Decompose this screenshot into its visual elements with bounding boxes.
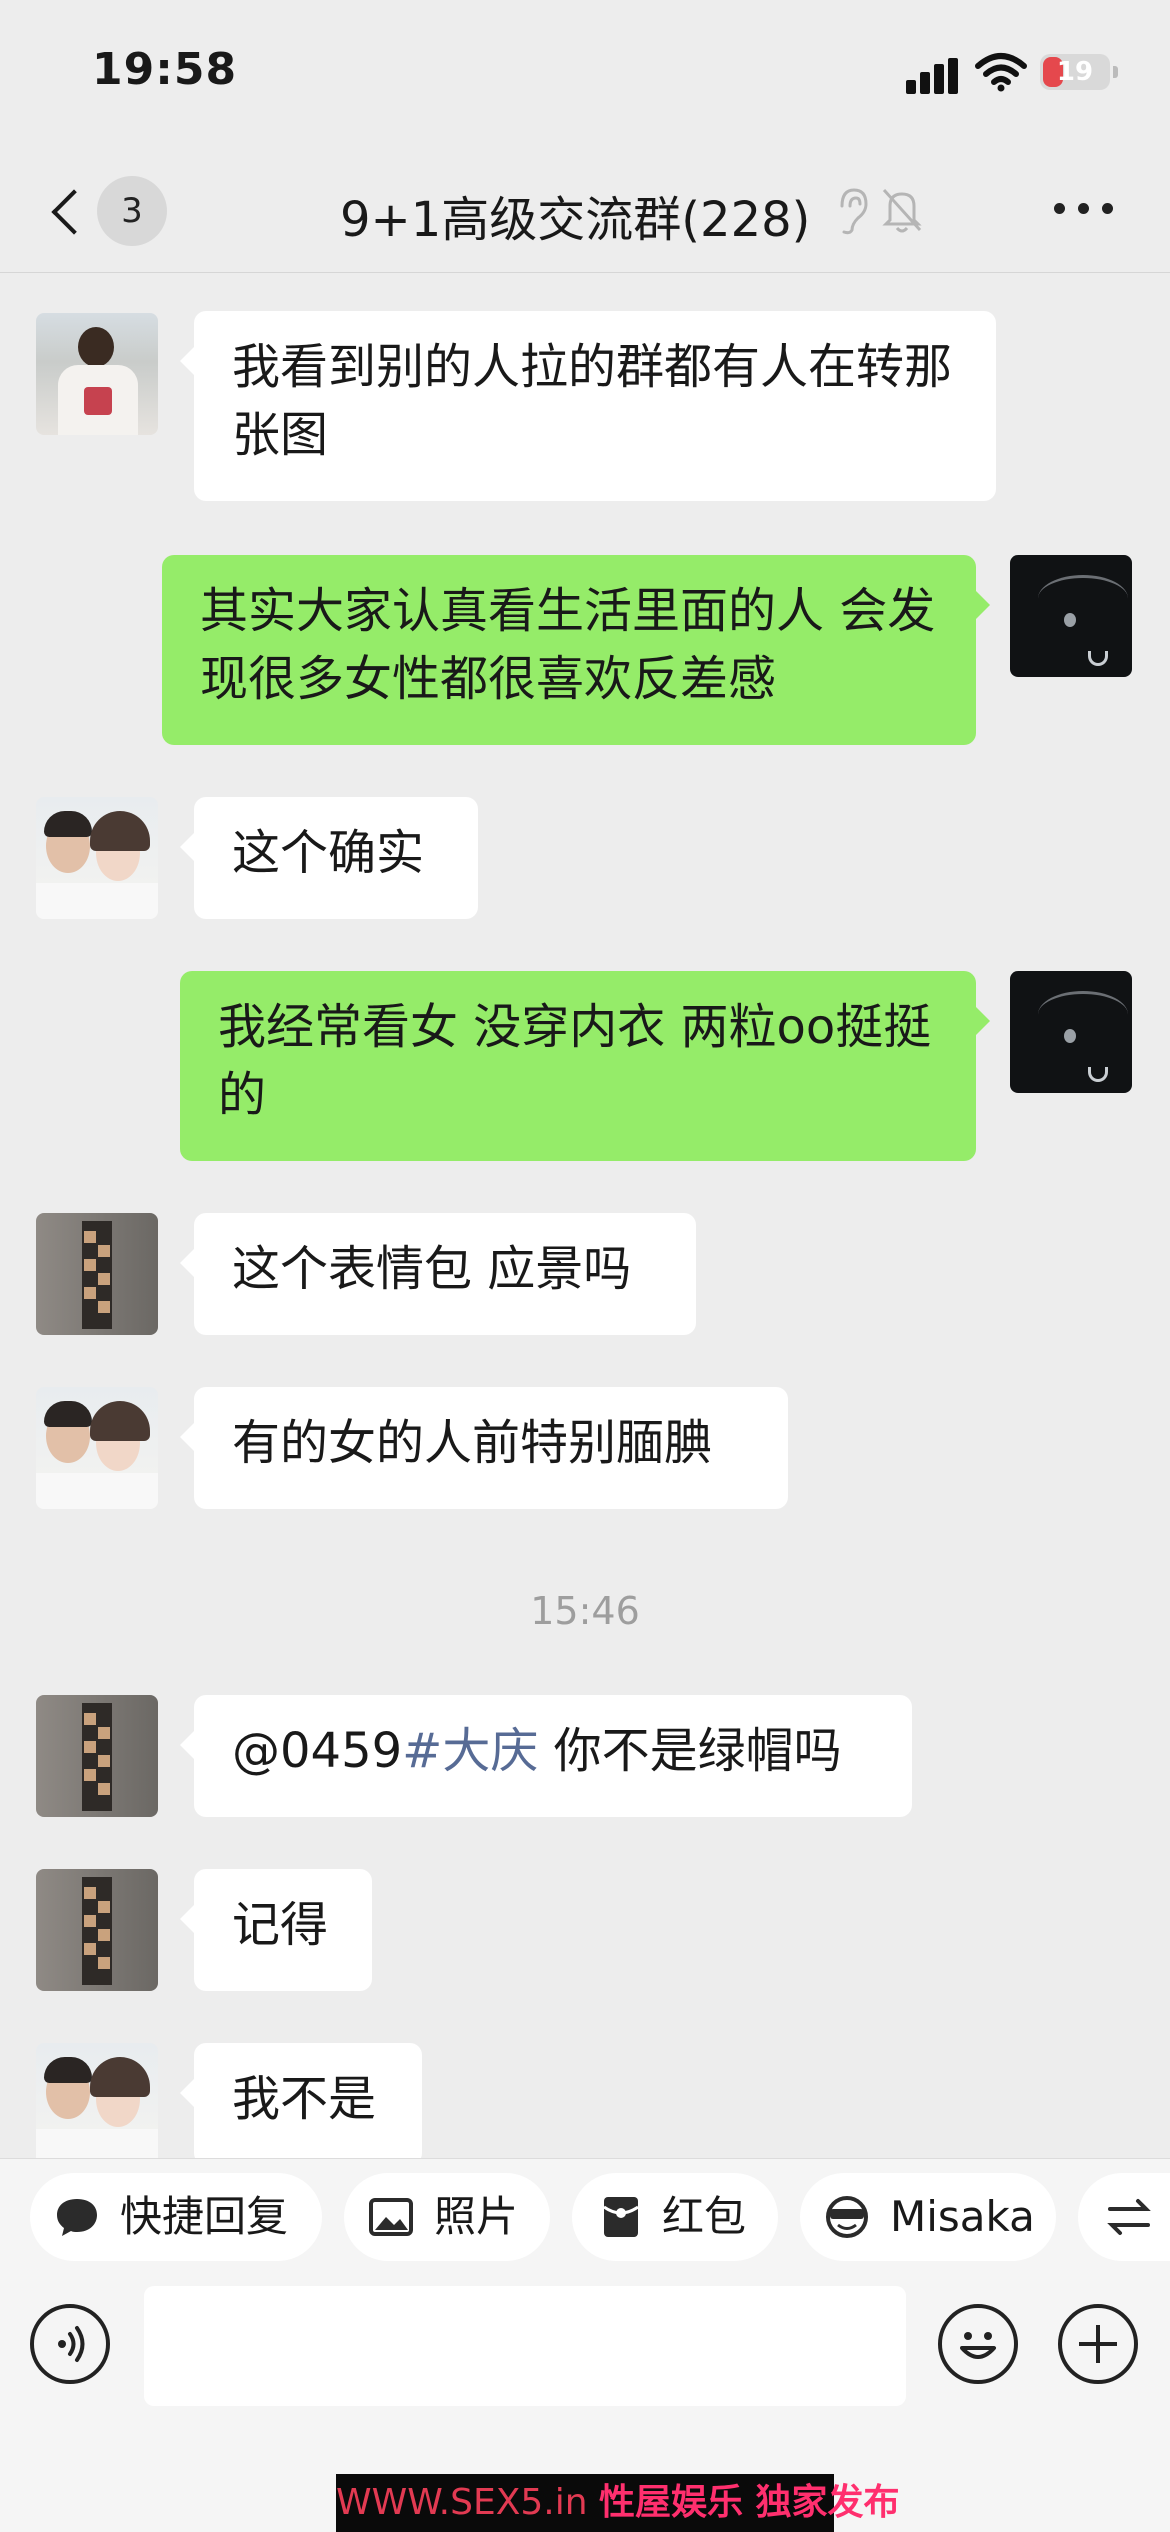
watermark-banner: WWW.SEX5.in 性屋娱乐 独家发布 bbox=[336, 2474, 900, 2532]
wifi-icon bbox=[975, 53, 1027, 92]
input-bar bbox=[0, 2274, 1170, 2422]
unread-count-badge[interactable]: 3 bbox=[97, 176, 167, 246]
red-packet-label: 红包 bbox=[662, 2192, 747, 2241]
avatar[interactable] bbox=[36, 1213, 158, 1335]
battery-icon: 19 bbox=[1040, 54, 1118, 90]
message-bubble[interactable]: @0459#大庆 你不是绿帽吗 bbox=[180, 1695, 912, 1817]
switch-button[interactable] bbox=[1078, 2173, 1170, 2261]
quick-action-bar: 快捷回复 照片 红包 Misaka bbox=[0, 2158, 1170, 2275]
red-packet-icon bbox=[603, 2197, 639, 2237]
quick-reply-button[interactable]: 快捷回复 bbox=[30, 2173, 322, 2261]
message-list[interactable]: 我看到别的人拉的群都有人在转那张图 其实大家认真看生活里面的人 会发现很多女性都… bbox=[0, 273, 1170, 2158]
misaka-button[interactable]: Misaka bbox=[800, 2173, 1056, 2261]
message-text: 其实大家认真看生活里面的人 会发现很多女性都很喜欢反差感 bbox=[200, 583, 936, 707]
message-bubble[interactable]: 记得 bbox=[180, 1869, 372, 1991]
quick-reply-label: 快捷回复 bbox=[120, 2192, 289, 2241]
voice-input-icon[interactable] bbox=[30, 2304, 110, 2384]
avatar[interactable] bbox=[1010, 971, 1132, 1093]
message-text: 有的女的人前特别腼腆 bbox=[232, 1415, 713, 1471]
status-time: 19:58 bbox=[92, 44, 238, 95]
misaka-label: Misaka bbox=[890, 2192, 1035, 2241]
sunglasses-emoji-icon bbox=[826, 2196, 868, 2238]
message-text: 这个表情包 应景吗 bbox=[232, 1241, 632, 1297]
message-bubble[interactable]: 我经常看女 没穿内衣 两粒oo挺挺的 bbox=[180, 971, 990, 1161]
time-divider: 15:46 bbox=[530, 1589, 640, 1633]
chat-bubble-icon bbox=[57, 2199, 97, 2236]
plus-icon[interactable] bbox=[1058, 2304, 1138, 2384]
message-mention[interactable]: @0459 bbox=[232, 1723, 402, 1779]
message-text: 我经常看女 没穿内衣 两粒oo挺挺的 bbox=[218, 999, 932, 1123]
message-text: 我看到别的人拉的群都有人在转那张图 bbox=[232, 339, 953, 463]
status-bar: 19:58 19 bbox=[0, 0, 1170, 150]
avatar[interactable] bbox=[36, 2043, 158, 2158]
chat-header: 3 9+1高级交流群(228) bbox=[0, 150, 1170, 273]
message-text: 你不是绿帽吗 bbox=[538, 1723, 842, 1779]
message-bubble[interactable]: 这个表情包 应景吗 bbox=[180, 1213, 696, 1335]
message-bubble[interactable]: 其实大家认真看生活里面的人 会发现很多女性都很喜欢反差感 bbox=[162, 555, 990, 745]
switch-arrows-icon bbox=[1107, 2199, 1151, 2235]
ear-icon bbox=[840, 188, 868, 235]
photo-button[interactable]: 照片 bbox=[344, 2173, 550, 2261]
back-arrow-icon[interactable] bbox=[42, 178, 92, 244]
message-bubble[interactable]: 我不是 bbox=[180, 2043, 422, 2158]
message-hashtag[interactable]: #大庆 bbox=[402, 1723, 538, 1779]
message-input[interactable] bbox=[144, 2286, 906, 2406]
message-bubble[interactable]: 有的女的人前特别腼腆 bbox=[180, 1387, 788, 1509]
avatar[interactable] bbox=[36, 313, 158, 435]
message-text: 这个确实 bbox=[232, 825, 425, 881]
watermark-url: WWW.SEX5.in bbox=[336, 2482, 588, 2523]
avatar[interactable] bbox=[1010, 555, 1132, 677]
chat-title: 9+1高级交流群(228) bbox=[340, 192, 811, 248]
red-packet-button[interactable]: 红包 bbox=[572, 2173, 778, 2261]
message-bubble[interactable]: 我看到别的人拉的群都有人在转那张图 bbox=[180, 311, 996, 501]
emoji-icon[interactable] bbox=[938, 2304, 1018, 2384]
avatar[interactable] bbox=[36, 1695, 158, 1817]
photo-label: 照片 bbox=[434, 2192, 519, 2241]
message-bubble[interactable]: 这个确实 bbox=[180, 797, 478, 919]
avatar[interactable] bbox=[36, 797, 158, 919]
more-options-icon[interactable] bbox=[1054, 200, 1114, 220]
watermark-text: 性屋娱乐 独家发布 bbox=[598, 2482, 900, 2523]
mute-bell-icon bbox=[882, 188, 922, 233]
message-text: 我不是 bbox=[232, 2071, 377, 2127]
avatar[interactable] bbox=[36, 1387, 158, 1509]
photo-icon bbox=[369, 2198, 413, 2236]
bottom-strip: WWW.SEX5.in 性屋娱乐 独家发布 bbox=[0, 2422, 1170, 2532]
battery-level: 19 bbox=[1056, 57, 1094, 87]
avatar[interactable] bbox=[36, 1869, 158, 1991]
message-text: 记得 bbox=[232, 1897, 329, 1953]
cellular-signal-icon bbox=[906, 58, 960, 94]
